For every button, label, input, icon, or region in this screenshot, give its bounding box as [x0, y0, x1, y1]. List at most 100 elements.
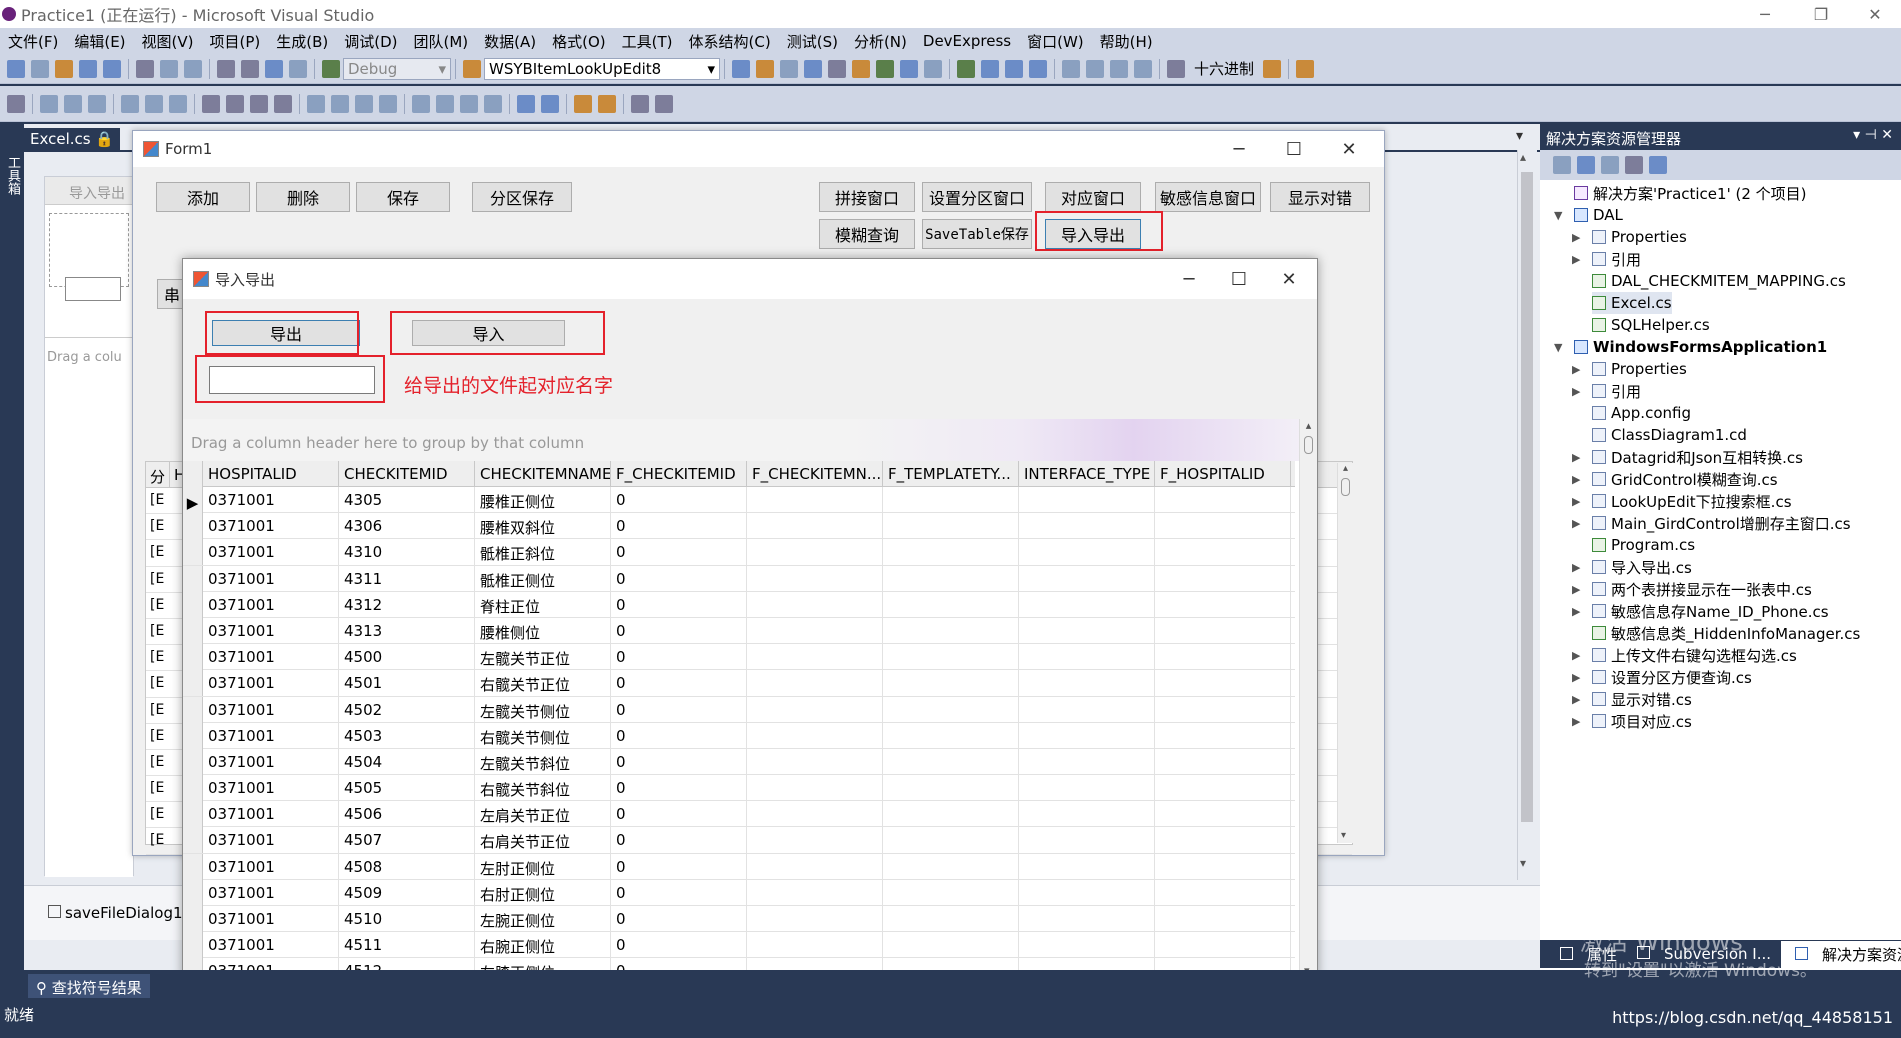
menu-item[interactable]: 编辑(E) [66, 31, 133, 52]
table-cell[interactable]: 0371001 [203, 696, 339, 723]
tree-node[interactable]: ▼ DAL [1554, 204, 1623, 226]
table-cell[interactable] [747, 591, 883, 618]
menu-item[interactable]: 调试(D) [336, 31, 405, 52]
table-cell[interactable]: 4505 [339, 775, 475, 802]
row-indicator[interactable] [183, 827, 203, 854]
add-button[interactable]: 添加 [156, 182, 250, 212]
table-cell[interactable]: 0 [611, 932, 747, 959]
align-lefts-icon[interactable] [40, 94, 58, 113]
properties-icon[interactable] [1577, 156, 1595, 174]
properties-window-icon[interactable] [756, 59, 774, 78]
table-cell[interactable]: 4507 [339, 827, 475, 854]
table-cell[interactable]: 0 [611, 801, 747, 828]
table-cell[interactable]: 0371001 [203, 670, 339, 697]
tree-node[interactable]: ▶ 上传文件右键勾选框勾选.cs [1572, 644, 1797, 666]
lock-controls-icon[interactable] [655, 94, 673, 113]
table-cell[interactable]: 4506 [339, 801, 475, 828]
table-cell[interactable] [883, 591, 1019, 618]
table-cell[interactable]: 4312 [339, 591, 475, 618]
table-cell[interactable] [883, 722, 1019, 749]
collapsed-arrow-icon[interactable]: ▶ [1572, 583, 1580, 596]
collapsed-arrow-icon[interactable]: ▶ [1572, 671, 1580, 684]
scroll-thumb[interactable] [1521, 172, 1533, 822]
row-indicator[interactable] [183, 853, 203, 880]
table-cell[interactable]: 腰椎正侧位 [475, 487, 611, 513]
table-cell[interactable]: 0 [611, 487, 747, 513]
align-to-grid-icon[interactable] [7, 94, 25, 113]
table-cell[interactable]: 0 [611, 722, 747, 749]
table-cell[interactable] [1155, 591, 1291, 618]
refresh-icon[interactable] [1601, 156, 1619, 174]
table-cell[interactable]: 0371001 [203, 644, 339, 671]
table-cell[interactable]: 右髋关节斜位 [475, 775, 611, 802]
scroll-up-icon[interactable]: ▴ [1300, 419, 1317, 432]
collapsed-arrow-icon[interactable]: ▶ [1572, 649, 1580, 662]
menu-item[interactable]: 帮助(H) [1092, 31, 1161, 52]
table-cell[interactable] [883, 801, 1019, 828]
collapse-all-icon[interactable] [1553, 156, 1571, 174]
table-cell[interactable] [1019, 539, 1155, 566]
partition-save-button[interactable]: 分区保存 [472, 182, 572, 212]
table-cell[interactable]: 0371001 [203, 748, 339, 775]
tree-node[interactable]: ▶ 项目对应.cs [1572, 710, 1692, 732]
table-cell[interactable] [747, 827, 883, 854]
redo-icon[interactable] [241, 59, 259, 78]
form1-grid-scrollbar[interactable]: ▴ ▾ [1337, 463, 1353, 843]
vertical-spacing-icon[interactable] [412, 94, 430, 113]
table-cell[interactable] [883, 513, 1019, 540]
table-row[interactable]: 0371001 4311 骶椎正侧位 0 [183, 565, 1295, 592]
undo-icon[interactable] [217, 59, 235, 78]
row-indicator[interactable] [183, 879, 203, 906]
table-cell[interactable]: 0371001 [203, 722, 339, 749]
table-cell[interactable]: 0 [611, 696, 747, 723]
table-cell[interactable] [883, 565, 1019, 592]
table-row[interactable]: 0371001 4511 右腕正侧位 0 [183, 932, 1295, 959]
row-indicator[interactable] [183, 696, 203, 723]
table-row[interactable]: 0371001 4313 腰椎侧位 0 [183, 617, 1295, 645]
table-cell[interactable]: 4504 [339, 748, 475, 775]
remove-horizontal-spacing-icon[interactable] [379, 94, 397, 113]
save-all-icon[interactable] [103, 59, 121, 78]
server-explorer-icon[interactable] [900, 59, 918, 78]
column-header[interactable]: HOSPITALID [203, 461, 339, 487]
quick-watch-icon[interactable] [1167, 59, 1185, 78]
collapsed-arrow-icon[interactable]: ▶ [1572, 253, 1580, 266]
table-cell[interactable]: 0 [611, 879, 747, 906]
tree-node[interactable]: DAL_CHECKMITEM_MAPPING.cs [1592, 270, 1846, 292]
new-project-icon[interactable] [7, 59, 25, 78]
table-cell[interactable]: 4511 [339, 932, 475, 959]
table-cell[interactable] [1155, 801, 1291, 828]
designer-textbox[interactable] [65, 277, 121, 301]
menu-item[interactable]: 格式(O) [544, 31, 614, 52]
save-button[interactable]: 保存 [356, 182, 450, 212]
table-cell[interactable]: 4306 [339, 513, 475, 540]
thread-icon[interactable] [1263, 59, 1282, 78]
tree-node[interactable]: ▶ Main_GirdControl增删存主窗口.cs [1572, 512, 1851, 534]
table-cell[interactable]: 4509 [339, 879, 475, 906]
table-cell[interactable] [1019, 801, 1155, 828]
table-cell[interactable] [883, 748, 1019, 775]
table-cell[interactable]: 0371001 [203, 932, 339, 959]
restore-button[interactable]: ❐ [1798, 0, 1844, 28]
align-rights-icon[interactable] [88, 94, 106, 113]
tree-node[interactable]: App.config [1592, 402, 1691, 424]
row-indicator[interactable] [183, 801, 203, 828]
table-cell[interactable]: 4508 [339, 853, 475, 880]
menu-item[interactable]: 测试(S) [779, 31, 846, 52]
send-to-back-icon[interactable] [598, 94, 616, 113]
decrease-vertical-spacing-icon[interactable] [460, 94, 478, 113]
minimize-button[interactable]: ─ [1742, 0, 1788, 28]
table-cell[interactable] [747, 617, 883, 644]
table-cell[interactable]: 0 [611, 617, 747, 644]
tree-node[interactable]: ▶ LookUpEdit下拉搜索框.cs [1572, 490, 1792, 512]
break-all-icon[interactable] [981, 59, 999, 78]
table-cell[interactable] [747, 565, 883, 592]
table-cell[interactable] [1019, 670, 1155, 697]
table-cell[interactable]: 0 [611, 670, 747, 697]
table-cell[interactable] [747, 906, 883, 932]
table-cell[interactable]: 4310 [339, 539, 475, 566]
table-cell[interactable] [883, 932, 1019, 959]
tree-node[interactable]: Excel.cs [1592, 292, 1672, 314]
table-cell[interactable] [1019, 775, 1155, 802]
start-debug-icon[interactable] [322, 59, 340, 78]
